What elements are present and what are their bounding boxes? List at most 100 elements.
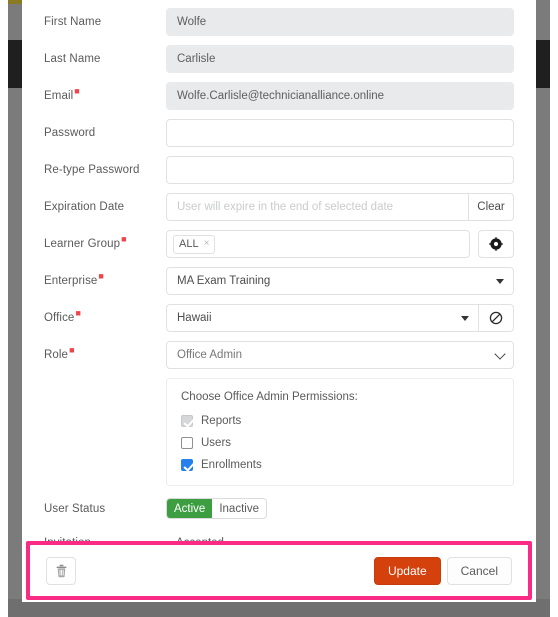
password-input[interactable] <box>166 119 514 147</box>
office-input-group: Hawaii <box>166 304 514 332</box>
field-user-status-wrap: Active Inactive <box>166 495 514 519</box>
learner-group-picker-button[interactable] <box>478 230 514 258</box>
chevron-down-icon <box>461 316 469 321</box>
user-edit-form: First Name Last Name Email■ <box>22 0 536 566</box>
ban-circle-icon <box>489 311 503 325</box>
label-enterprise-text: Enterprise <box>44 275 98 287</box>
modal-footer: Update Cancel <box>30 545 528 596</box>
field-expiration-wrap: Clear <box>166 193 514 221</box>
permission-label-enrollments: Enrollments <box>201 459 262 471</box>
cancel-button[interactable]: Cancel <box>446 556 512 585</box>
permission-label-users: Users <box>201 437 232 449</box>
retype-password-input[interactable] <box>166 156 514 184</box>
learner-group-tag-input[interactable]: ALL × <box>166 230 470 258</box>
label-email: Email■ <box>44 82 166 110</box>
permission-item-enrollments[interactable]: Enrollments <box>181 459 499 471</box>
form-row-enterprise: Enterprise■ MA Exam Training <box>44 267 514 295</box>
trash-icon <box>56 564 66 577</box>
label-retype-password: Re-type Password <box>44 156 166 184</box>
label-last-name: Last Name <box>44 45 166 73</box>
checkbox-users[interactable] <box>181 437 193 449</box>
role-select-wrap: Office Admin <box>166 341 514 369</box>
checkbox-enrollments[interactable] <box>181 459 193 471</box>
office-select-value: Hawaii <box>177 312 212 324</box>
field-office-wrap: Hawaii <box>166 304 514 332</box>
required-mark-office: ■ <box>75 308 81 318</box>
field-first-name-wrap <box>166 8 514 36</box>
update-button[interactable]: Update <box>373 556 441 585</box>
field-last-name-wrap <box>166 45 514 73</box>
expiration-clear-button[interactable]: Clear <box>468 193 514 221</box>
modal-footer-highlight: Update Cancel <box>26 541 532 600</box>
learner-group-tag-label: ALL <box>179 238 199 250</box>
form-row-last-name: Last Name <box>44 45 514 73</box>
required-mark-role: ■ <box>69 345 75 355</box>
permissions-panel: Choose Office Admin Permissions: Reports… <box>166 378 514 486</box>
field-retype-password-wrap <box>166 156 514 184</box>
footer-actions: Update Cancel <box>373 556 512 585</box>
label-learner-group: Learner Group■ <box>44 230 166 258</box>
label-password: Password <box>44 119 166 147</box>
close-icon[interactable]: × <box>204 239 210 249</box>
user-status-toggle[interactable]: Active Inactive <box>166 498 267 519</box>
required-mark-learner-group: ■ <box>121 234 127 244</box>
checkbox-reports[interactable] <box>181 415 193 427</box>
label-last-name-text: Last Name <box>44 53 101 65</box>
enterprise-select-value: MA Exam Training <box>177 275 271 287</box>
field-learner-group-wrap: ALL × <box>166 230 514 258</box>
enterprise-select[interactable]: MA Exam Training <box>166 267 514 295</box>
label-expiration-date: Expiration Date <box>44 193 166 221</box>
office-select[interactable]: Hawaii <box>166 304 478 332</box>
chevron-down-icon <box>496 279 504 284</box>
background-dark-block-left <box>8 40 22 88</box>
label-role-text: Role <box>44 349 69 361</box>
label-learner-group-text: Learner Group <box>44 238 121 250</box>
first-name-input[interactable] <box>166 8 514 36</box>
modal-overlay-right <box>536 0 550 617</box>
user-status-active-option[interactable]: Active <box>167 499 213 518</box>
modal-overlay-left <box>8 0 22 617</box>
last-name-input[interactable] <box>166 45 514 73</box>
office-clear-button[interactable] <box>478 304 514 332</box>
label-first-name-text: First Name <box>44 16 102 28</box>
label-retype-password-text: Re-type Password <box>44 164 140 176</box>
form-row-office: Office■ Hawaii <box>44 304 514 332</box>
form-row-user-status: User Status Active Inactive <box>44 495 514 523</box>
user-status-inactive-option[interactable]: Inactive <box>212 499 266 518</box>
label-user-status-text: User Status <box>44 503 106 515</box>
label-office: Office■ <box>44 304 166 332</box>
label-office-text: Office <box>44 312 75 324</box>
form-row-learner-group: Learner Group■ ALL × <box>44 230 514 258</box>
field-enterprise-wrap: MA Exam Training <box>166 267 514 295</box>
field-role-wrap: Office Admin <box>166 341 514 369</box>
label-enterprise: Enterprise■ <box>44 267 166 295</box>
target-circle-icon <box>489 237 503 251</box>
field-email-wrap <box>166 82 514 110</box>
delete-user-button[interactable] <box>46 556 76 585</box>
form-row-password: Password <box>44 119 514 147</box>
required-mark-enterprise: ■ <box>98 271 104 281</box>
learner-group-tag[interactable]: ALL × <box>173 234 216 254</box>
label-email-text: Email <box>44 90 74 102</box>
form-row-permissions: Choose Office Admin Permissions: Reports… <box>44 378 514 486</box>
permission-item-users[interactable]: Users <box>181 437 499 449</box>
email-input[interactable] <box>166 82 514 110</box>
background-dark-block-right <box>536 40 550 88</box>
expiration-input-group: Clear <box>166 193 514 221</box>
permissions-title: Choose Office Admin Permissions: <box>181 391 358 403</box>
form-row-expiration-date: Expiration Date Clear <box>44 193 514 221</box>
label-first-name: First Name <box>44 8 166 36</box>
required-mark-email: ■ <box>74 86 80 96</box>
expiration-date-input[interactable] <box>166 193 468 221</box>
form-row-role: Role■ Office Admin <box>44 341 514 369</box>
form-row-email: Email■ <box>44 82 514 110</box>
form-row-retype-password: Re-type Password <box>44 156 514 184</box>
edit-user-modal: First Name Last Name Email■ <box>22 0 536 602</box>
background-accent-strip <box>8 0 22 4</box>
permission-item-reports[interactable]: Reports <box>181 415 499 427</box>
form-row-first-name: First Name <box>44 8 514 36</box>
label-user-status: User Status <box>44 495 166 523</box>
role-select[interactable]: Office Admin <box>166 341 514 369</box>
label-password-text: Password <box>44 127 96 139</box>
label-role: Role■ <box>44 341 166 369</box>
